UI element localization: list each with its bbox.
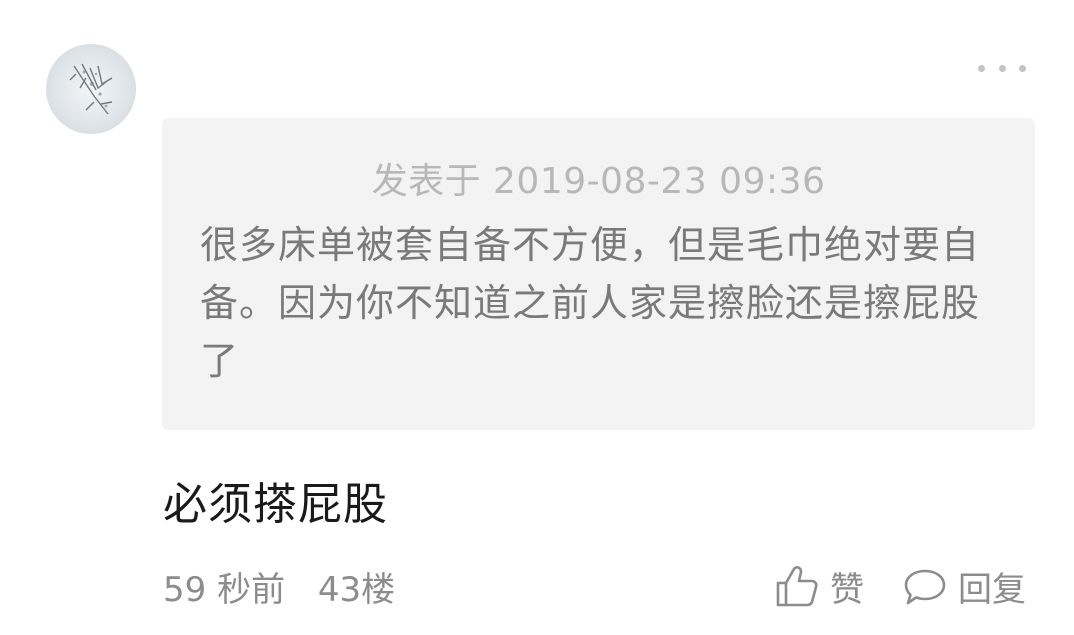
more-dot	[978, 64, 985, 72]
speech-bubble-icon	[904, 569, 946, 605]
like-label: 赞	[830, 569, 864, 610]
comment-meta: 59 秒前 43楼	[163, 562, 395, 611]
more-dot	[998, 64, 1006, 72]
reply-button[interactable]: 回复	[902, 558, 1026, 614]
thumbs-up-icon	[776, 566, 818, 607]
comment-time: 59 秒前	[163, 570, 286, 610]
quote-text: 很多床单被套自备不方便，但是毛巾绝对要自备。因为你不知道之前人家是擦脸还是擦屁股…	[200, 223, 981, 383]
more-icon[interactable]	[978, 58, 1026, 78]
avatar-image	[69, 63, 113, 115]
like-button[interactable]: 赞	[774, 558, 864, 614]
more-dot	[1019, 64, 1026, 72]
avatar[interactable]	[46, 44, 136, 134]
quote-timestamp: 发表于 2019-08-23 09:36	[371, 161, 826, 202]
reply-label: 回复	[958, 569, 1026, 610]
comment-floor: 43楼	[317, 570, 396, 610]
comment-text: 必须搽屁股	[163, 479, 388, 530]
